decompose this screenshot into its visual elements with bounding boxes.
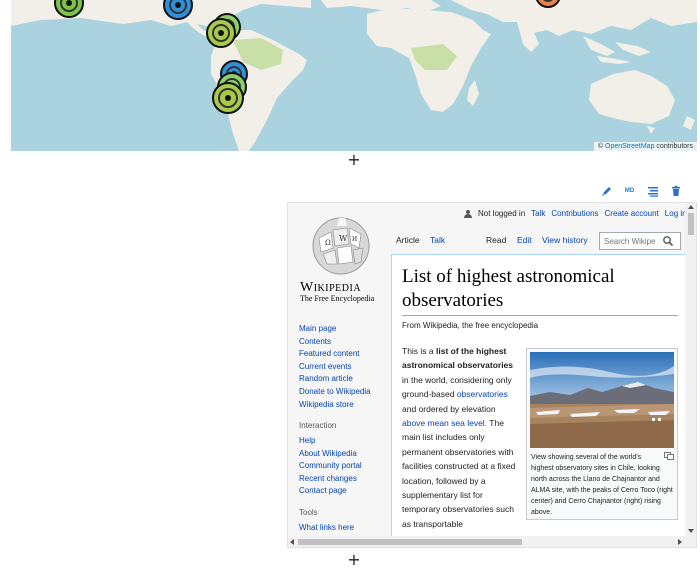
tab-read[interactable]: Read [486, 235, 506, 245]
site-subtitle: From Wikipedia, the free encyclopedia [402, 321, 539, 330]
trash-icon[interactable] [669, 185, 682, 198]
search-icon[interactable] [662, 235, 674, 247]
personal-talk-link[interactable]: Talk [531, 209, 545, 218]
scroll-down-arrow[interactable] [688, 529, 694, 533]
nav-community-portal[interactable]: Community portal [299, 460, 362, 473]
openstreetmap-link[interactable]: OpenStreetMap [605, 143, 654, 150]
vertical-scrollbar[interactable] [685, 203, 696, 547]
add-block-button-bottom[interactable]: + [347, 552, 361, 568]
tab-edit[interactable]: Edit [517, 235, 532, 245]
align-icon[interactable] [646, 185, 659, 198]
main-navigation: Main page Contents Featured content Curr… [299, 323, 371, 411]
nav-about-wikipedia[interactable]: About Wikipedia [299, 448, 362, 461]
page: © OpenStreetMap contributors + MD W Ω И … [0, 0, 700, 571]
block-toolbar: MD [600, 183, 682, 199]
eye-icon[interactable] [212, 82, 244, 114]
scroll-right-arrow[interactable] [678, 539, 682, 545]
nav-current-events[interactable]: Current events [299, 361, 371, 374]
figure-caption: View showing several of the world's high… [531, 452, 674, 519]
figure-thumbnail: View showing several of the world's high… [526, 348, 678, 520]
scroll-left-arrow[interactable] [290, 539, 294, 545]
create-account-link[interactable]: Create account [605, 209, 659, 218]
wikipedia-globe-icon[interactable]: W Ω И [309, 212, 373, 276]
tools-heading: Tools [299, 508, 318, 517]
lead-text: This is a [402, 346, 437, 356]
observatories-link[interactable]: observatories [457, 389, 508, 399]
chajnantor-photo[interactable] [530, 352, 674, 448]
user-icon [464, 209, 472, 218]
tools-navigation: What links here [299, 522, 354, 535]
eye-icon[interactable] [206, 18, 236, 48]
copyright-symbol: © [597, 143, 604, 150]
tab-talk[interactable]: Talk [430, 235, 445, 245]
above-mean-sea-level-link[interactable]: above mean sea level [402, 418, 485, 428]
caption-text: View showing several of the world's high… [531, 454, 673, 517]
svg-text:W: W [339, 234, 348, 243]
svg-text:И: И [352, 236, 357, 243]
lead-text: and ordered by elevation [402, 403, 496, 414]
not-logged-in-text: Not logged in [478, 209, 526, 218]
pencil-icon[interactable] [600, 185, 613, 198]
title-divider [402, 315, 678, 316]
tab-view-history[interactable]: View history [542, 235, 588, 245]
enlarge-icon[interactable] [664, 452, 674, 460]
lead-text: . The main list includes only permanent … [402, 418, 516, 529]
interaction-navigation: Help About Wikipedia Community portal Re… [299, 435, 362, 498]
nav-main-page[interactable]: Main page [299, 323, 371, 336]
map-land [11, 0, 697, 151]
add-block-button-top[interactable]: + [347, 152, 361, 168]
article-lead: This is a list of the highest astronomic… [402, 344, 520, 531]
nav-featured-content[interactable]: Featured content [299, 348, 371, 361]
svg-text:Ω: Ω [325, 239, 331, 247]
map-attribution: © OpenStreetMap contributors [593, 142, 697, 151]
article-content: List of highest astronomical observatori… [391, 254, 687, 544]
horizontal-scroll-thumb[interactable] [298, 539, 522, 545]
contributors-text: contributors [656, 143, 693, 150]
nav-help[interactable]: Help [299, 435, 362, 448]
tab-article[interactable]: Article [396, 235, 420, 245]
personal-tools: Not logged in Talk Contributions Create … [464, 209, 687, 218]
world-map[interactable]: © OpenStreetMap contributors [11, 0, 697, 151]
nav-contents[interactable]: Contents [299, 336, 371, 349]
nav-donate[interactable]: Donate to Wikipedia [299, 386, 371, 399]
wiki-sidebar: W Ω И Wikipedia The Free Encyclopedia Ma… [288, 203, 390, 547]
scroll-up-arrow[interactable] [688, 205, 694, 209]
contributions-link[interactable]: Contributions [551, 209, 598, 218]
wikipedia-tagline: The Free Encyclopedia [300, 294, 375, 303]
interaction-heading: Interaction [299, 421, 337, 430]
log-in-link[interactable]: Log in [665, 209, 687, 218]
nav-random-article[interactable]: Random article [299, 373, 371, 386]
nav-recent-changes[interactable]: Recent changes [299, 473, 362, 486]
nav-wikipedia-store[interactable]: Wikipedia store [299, 399, 371, 412]
nav-contact-page[interactable]: Contact page [299, 485, 362, 498]
horizontal-scrollbar[interactable] [288, 536, 685, 547]
markdown-button[interactable]: MD [623, 185, 636, 198]
nav-what-links-here[interactable]: What links here [299, 522, 354, 535]
page-title: List of highest astronomical observatori… [402, 266, 615, 311]
vertical-scroll-thumb[interactable] [688, 213, 694, 235]
embedded-wikipedia-page[interactable]: W Ω И Wikipedia The Free Encyclopedia Ma… [287, 202, 697, 548]
